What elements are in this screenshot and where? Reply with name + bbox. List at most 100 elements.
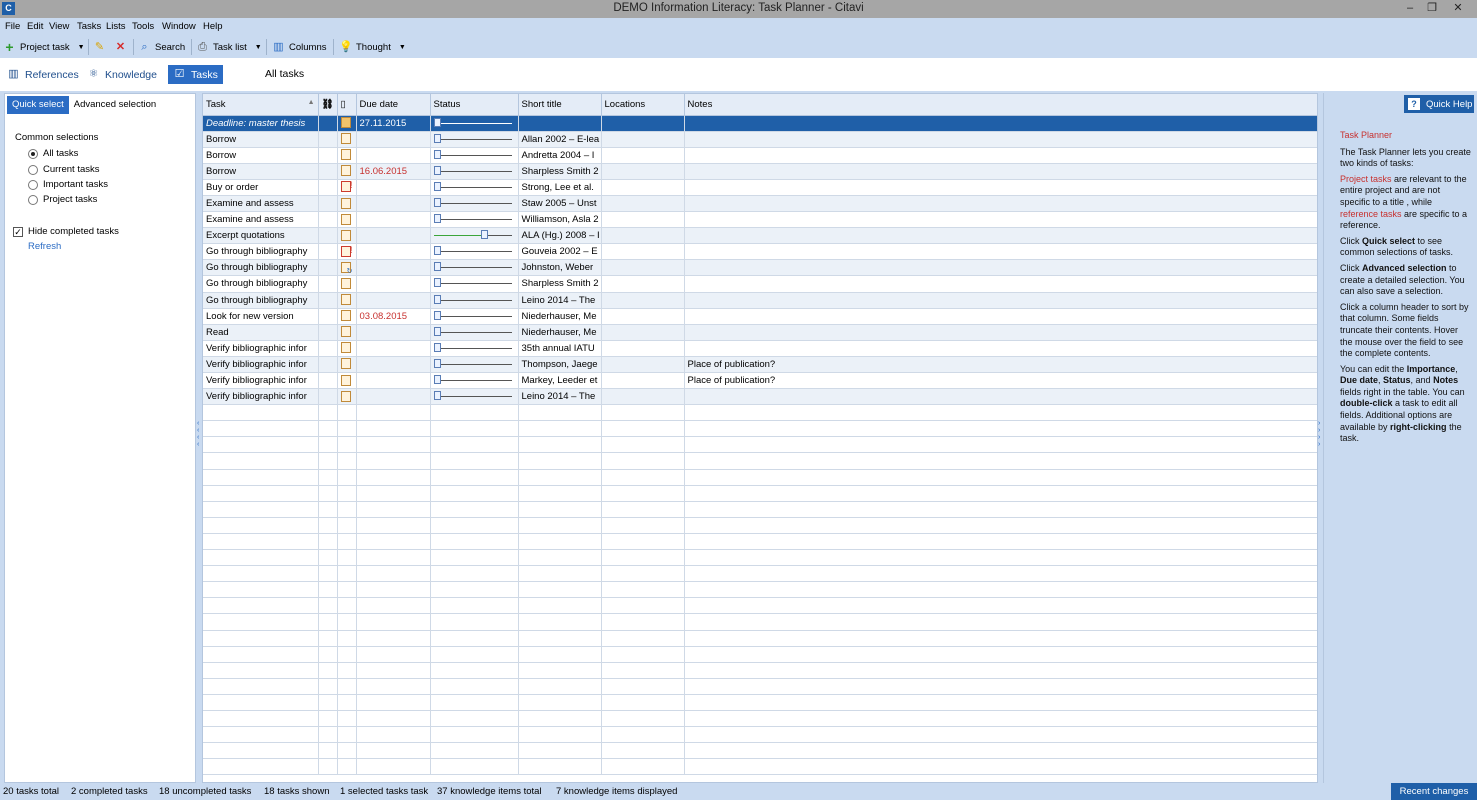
table-row[interactable]: Excerpt quotations ALA (Hg.) 2008 – I (203, 227, 1317, 245)
task-list-button[interactable]: ⎙ Task list ▼ (196, 39, 262, 55)
cell-short-title[interactable]: Leino 2014 – The (518, 292, 602, 309)
maximize-button[interactable]: ❐ (1421, 1, 1443, 16)
cell-importance[interactable] (337, 308, 357, 325)
cell-status[interactable] (430, 324, 519, 341)
status-slider[interactable] (433, 133, 512, 146)
column-header-importance[interactable]: ▯ (337, 94, 357, 116)
cell-notes[interactable] (684, 259, 1317, 277)
cell-due-date[interactable] (356, 292, 431, 309)
table-row[interactable]: Borrow 16.06.2015 Sharpless Smith 2 (203, 163, 1317, 180)
table-row[interactable]: Go through bibliography Johnston, Weber (203, 259, 1317, 277)
cell-status[interactable] (430, 340, 519, 357)
status-slider[interactable] (433, 165, 512, 178)
column-header-locations[interactable]: Locations (601, 94, 685, 116)
cell-importance[interactable] (337, 372, 357, 390)
cell-task[interactable]: Borrow (203, 147, 319, 164)
nav-tasks[interactable]: ☑ Tasks (168, 65, 223, 84)
status-slider[interactable] (433, 326, 512, 339)
cell-locations[interactable] (601, 372, 685, 390)
slider-thumb[interactable] (433, 117, 441, 127)
cell-task[interactable]: Verify bibliographic infor (203, 388, 319, 406)
tab-advanced-selection[interactable]: Advanced selection (69, 96, 161, 114)
cell-notes[interactable] (684, 388, 1317, 406)
column-header-notes[interactable]: Notes (684, 94, 1317, 116)
cell-locations[interactable] (601, 259, 685, 277)
cell-notes[interactable]: Place of publication? (684, 356, 1317, 374)
nav-references[interactable]: ▥ References (2, 65, 84, 84)
cell-status[interactable] (430, 388, 519, 406)
cell-notes[interactable] (684, 308, 1317, 325)
slider-thumb[interactable] (433, 310, 441, 320)
nav-knowledge[interactable]: ⚛ Knowledge (82, 65, 162, 84)
cell-task[interactable]: Go through bibliography (203, 259, 319, 277)
cell-short-title[interactable]: Gouveia 2002 – E (518, 243, 602, 261)
cell-locations[interactable] (601, 179, 685, 196)
thought-button[interactable]: 💡 Thought ▼ (339, 39, 406, 55)
cell-due-date[interactable] (356, 372, 431, 390)
cell-notes[interactable] (684, 163, 1317, 180)
cell-task[interactable]: Examine and assess (203, 195, 319, 213)
cell-locations[interactable] (601, 131, 685, 148)
cell-notes[interactable] (684, 340, 1317, 357)
cell-due-date[interactable] (356, 275, 431, 293)
tab-quick-select[interactable]: Quick select (7, 96, 69, 114)
slider-thumb[interactable] (433, 198, 441, 208)
status-slider[interactable] (433, 214, 512, 226)
cell-importance[interactable] (337, 356, 357, 374)
status-slider[interactable] (433, 117, 512, 130)
menu-window[interactable]: Window (162, 21, 196, 32)
slider-thumb[interactable] (433, 294, 441, 304)
cell-status[interactable] (430, 131, 519, 148)
cell-importance[interactable] (337, 324, 357, 341)
cell-task[interactable]: Borrow (203, 163, 319, 180)
slider-thumb[interactable] (433, 214, 441, 224)
cell-due-date[interactable]: 03.08.2015 (356, 308, 431, 325)
cell-importance[interactable] (337, 340, 357, 357)
project-task-button[interactable]: + Project task ▼ (3, 39, 84, 55)
status-slider[interactable] (433, 391, 512, 403)
cell-importance[interactable] (337, 275, 357, 293)
cell-locations[interactable] (601, 195, 685, 213)
radio-important-tasks[interactable]: Important tasks (28, 179, 108, 190)
radio-current-tasks[interactable]: Current tasks (28, 164, 100, 175)
table-row[interactable]: Verify bibliographic infor Leino 2014 – T… (203, 388, 1317, 406)
cell-notes[interactable] (684, 115, 1317, 132)
cell-due-date[interactable] (356, 243, 431, 261)
cell-notes[interactable] (684, 324, 1317, 341)
slider-thumb[interactable] (433, 391, 441, 401)
radio-project-tasks[interactable]: Project tasks (28, 194, 97, 205)
cell-notes[interactable] (684, 275, 1317, 293)
cell-status[interactable] (430, 243, 519, 261)
cell-notes[interactable] (684, 179, 1317, 196)
radio-all-tasks[interactable]: All tasks (28, 148, 78, 159)
status-slider[interactable] (433, 342, 512, 355)
table-row[interactable]: Borrow Andretta 2004 – I (203, 147, 1317, 164)
menu-edit[interactable]: Edit (27, 21, 43, 32)
cell-importance[interactable] (337, 227, 357, 245)
cell-task[interactable]: Verify bibliographic infor (203, 372, 319, 390)
slider-thumb[interactable] (433, 165, 441, 175)
cell-short-title[interactable]: Williamson, Asla 2 (518, 211, 602, 229)
status-slider[interactable] (433, 278, 512, 290)
cell-status[interactable] (430, 356, 519, 374)
cell-notes[interactable] (684, 292, 1317, 309)
refresh-link[interactable]: Refresh (28, 241, 61, 252)
cell-task[interactable]: Go through bibliography (203, 275, 319, 293)
cell-notes[interactable] (684, 147, 1317, 164)
cell-task[interactable]: Deadline: master thesis (203, 115, 319, 132)
cell-due-date[interactable] (356, 340, 431, 357)
status-slider[interactable] (433, 375, 512, 387)
cell-status[interactable] (430, 292, 519, 309)
cell-status[interactable] (430, 308, 519, 325)
table-row[interactable]: Look for new version 03.08.2015 Niederhaus… (203, 308, 1317, 325)
cell-due-date[interactable] (356, 324, 431, 341)
slider-thumb[interactable] (433, 181, 441, 191)
status-slider[interactable] (433, 310, 512, 323)
cell-short-title[interactable]: Thompson, Jaege (518, 356, 602, 374)
cell-due-date[interactable] (356, 131, 431, 148)
cell-status[interactable] (430, 163, 519, 180)
cell-locations[interactable] (601, 211, 685, 229)
cell-locations[interactable] (601, 388, 685, 406)
table-row[interactable]: Examine and assess Williamson, Asla 2 (203, 211, 1317, 229)
cell-due-date[interactable] (356, 211, 431, 229)
